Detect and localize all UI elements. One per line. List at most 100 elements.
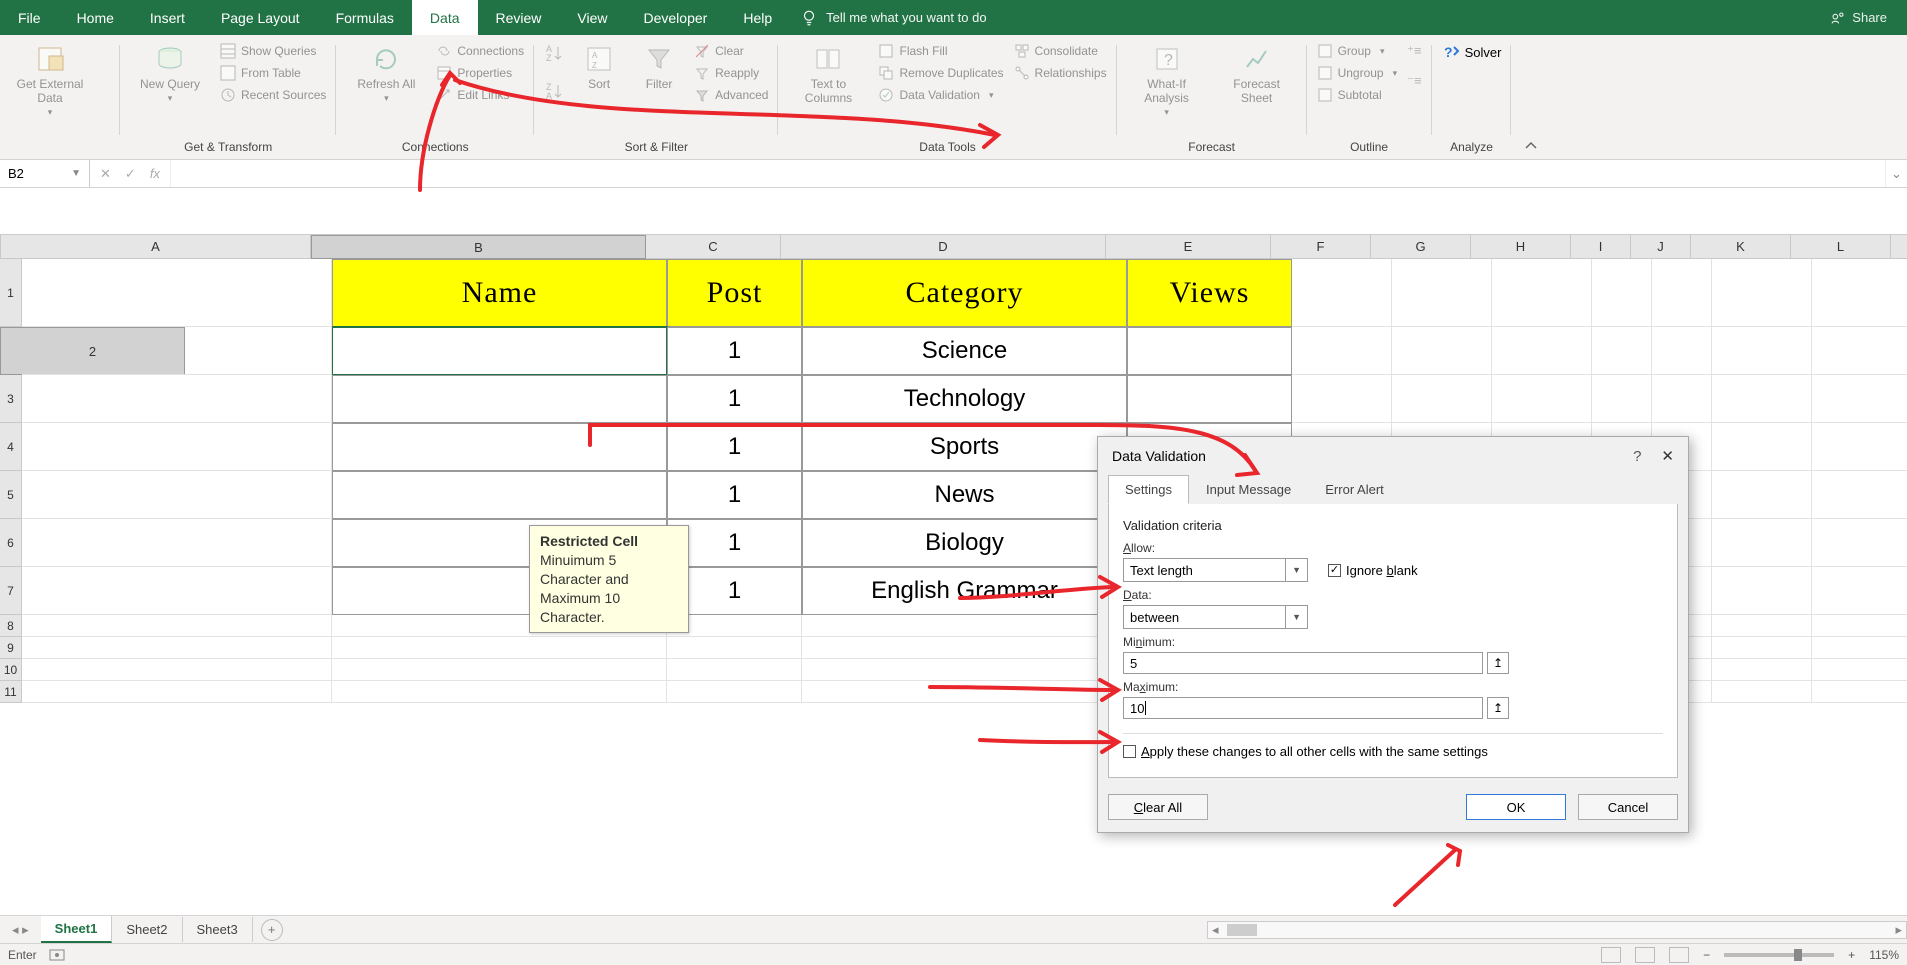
column-header-B[interactable]: B <box>311 235 646 259</box>
menu-tab-developer[interactable]: Developer <box>626 0 726 35</box>
zoom-in-button[interactable]: + <box>1848 948 1855 962</box>
cell-H2[interactable] <box>1492 327 1592 375</box>
row-header-9[interactable]: 9 <box>0 637 22 659</box>
cell-A8[interactable] <box>22 615 332 637</box>
cell-H3[interactable] <box>1492 375 1592 423</box>
cell-L4[interactable] <box>1812 423 1907 471</box>
filter-button[interactable]: Filter <box>634 43 684 91</box>
view-page-layout-button[interactable] <box>1635 947 1655 963</box>
reapply-button[interactable]: Reapply <box>694 65 768 81</box>
cell-F2[interactable] <box>1292 327 1392 375</box>
cancel-icon[interactable]: ✕ <box>100 166 111 182</box>
cell-I3[interactable] <box>1592 375 1652 423</box>
refresh-all-button[interactable]: Refresh All ▾ <box>346 43 426 104</box>
menu-tab-page-layout[interactable]: Page Layout <box>203 0 318 35</box>
sheet-tab-3[interactable]: Sheet3 <box>183 917 253 942</box>
recent-sources-button[interactable]: Recent Sources <box>220 87 326 103</box>
cell-I1[interactable] <box>1592 259 1652 327</box>
cell-D3[interactable]: Technology <box>802 375 1127 423</box>
cell-B9[interactable] <box>332 637 667 659</box>
column-header-F[interactable]: F <box>1271 235 1371 259</box>
tab-input-message[interactable]: Input Message <box>1189 475 1308 504</box>
collapse-icon[interactable]: ⁻≡ <box>1407 73 1421 89</box>
cell-H1[interactable] <box>1492 259 1592 327</box>
forecast-sheet-button[interactable]: Forecast Sheet <box>1217 43 1297 105</box>
cell-B2[interactable] <box>332 327 667 375</box>
cell-C10[interactable] <box>667 659 802 681</box>
cell-B10[interactable] <box>332 659 667 681</box>
cell-K9[interactable] <box>1712 637 1812 659</box>
cell-I2[interactable] <box>1592 327 1652 375</box>
header-cell-E[interactable]: Views <box>1127 259 1292 327</box>
advanced-button[interactable]: Advanced <box>694 87 768 103</box>
row-header-3[interactable]: 3 <box>0 375 22 423</box>
ok-button[interactable]: OK <box>1466 794 1566 820</box>
row-header-7[interactable]: 7 <box>0 567 22 615</box>
menu-tab-home[interactable]: Home <box>59 0 132 35</box>
ignore-blank-checkbox[interactable]: ✓Ignore blank <box>1328 563 1418 578</box>
show-queries-button[interactable]: Show Queries <box>220 43 326 59</box>
cell-K7[interactable] <box>1712 567 1812 615</box>
cell-A9[interactable] <box>22 637 332 659</box>
formula-bar[interactable] <box>171 160 1885 187</box>
cell-D10[interactable] <box>802 659 1127 681</box>
cell-C5[interactable]: 1 <box>667 471 802 519</box>
sort-asc-button[interactable]: AZ <box>544 43 564 63</box>
cell-D7[interactable]: English Grammar <box>802 567 1127 615</box>
maximum-input[interactable]: 10 <box>1123 697 1483 719</box>
row-header-4[interactable]: 4 <box>0 423 22 471</box>
column-header-E[interactable]: E <box>1106 235 1271 259</box>
column-header-G[interactable]: G <box>1371 235 1471 259</box>
cell-G3[interactable] <box>1392 375 1492 423</box>
cell-J3[interactable] <box>1652 375 1712 423</box>
cell-K5[interactable] <box>1712 471 1812 519</box>
expand-icon[interactable]: ⁺≡ <box>1407 43 1421 59</box>
cell-F3[interactable] <box>1292 375 1392 423</box>
group-button[interactable]: Group▾ <box>1317 43 1398 59</box>
close-icon[interactable]: ✕ <box>1661 447 1674 465</box>
cell-G2[interactable] <box>1392 327 1492 375</box>
cell-D9[interactable] <box>802 637 1127 659</box>
edit-links-button[interactable]: Edit Links <box>436 87 524 103</box>
collapse-ribbon-button[interactable] <box>1511 35 1551 159</box>
tab-error-alert[interactable]: Error Alert <box>1308 475 1401 504</box>
sheet-tab-2[interactable]: Sheet2 <box>112 917 182 942</box>
ungroup-button[interactable]: Ungroup▾ <box>1317 65 1398 81</box>
cell-K3[interactable] <box>1712 375 1812 423</box>
cell-C2[interactable]: 1 <box>667 327 802 375</box>
header-cell-B[interactable]: Name <box>332 259 667 327</box>
cell-L10[interactable] <box>1812 659 1907 681</box>
menu-tab-review[interactable]: Review <box>478 0 560 35</box>
cell-D2[interactable]: Science <box>802 327 1127 375</box>
cell-L7[interactable] <box>1812 567 1907 615</box>
properties-button[interactable]: Properties <box>436 65 524 81</box>
subtotal-button[interactable]: Subtotal <box>1317 87 1398 103</box>
cell-A3[interactable] <box>22 375 332 423</box>
cell-K11[interactable] <box>1712 681 1812 703</box>
menu-tab-formulas[interactable]: Formulas <box>318 0 412 35</box>
cell-K10[interactable] <box>1712 659 1812 681</box>
sheet-nav[interactable]: ◂ ▸ <box>0 922 41 938</box>
cell-A10[interactable] <box>22 659 332 681</box>
cell-A4[interactable] <box>22 423 332 471</box>
cell-A11[interactable] <box>22 681 332 703</box>
tell-me-search[interactable]: Tell me what you want to do <box>800 0 986 35</box>
relationships-button[interactable]: Relationships <box>1014 65 1107 81</box>
view-normal-button[interactable] <box>1601 947 1621 963</box>
range-picker-icon[interactable]: ↥ <box>1487 697 1509 719</box>
clear-all-button[interactable]: Clear All <box>1108 794 1208 820</box>
cell-B5[interactable] <box>332 471 667 519</box>
cell-L9[interactable] <box>1812 637 1907 659</box>
cell-L11[interactable] <box>1812 681 1907 703</box>
menu-tab-file[interactable]: File <box>0 0 59 35</box>
cell-J1[interactable] <box>1652 259 1712 327</box>
cell-C3[interactable]: 1 <box>667 375 802 423</box>
header-cell-C[interactable]: Post <box>667 259 802 327</box>
cell-A7[interactable] <box>22 567 332 615</box>
what-if-button[interactable]: ?What-If Analysis▾ <box>1127 43 1207 118</box>
column-header-J[interactable]: J <box>1631 235 1691 259</box>
cell-L8[interactable] <box>1812 615 1907 637</box>
cell-G1[interactable] <box>1392 259 1492 327</box>
column-header-L[interactable]: L <box>1791 235 1891 259</box>
cell-L1[interactable] <box>1812 259 1907 327</box>
